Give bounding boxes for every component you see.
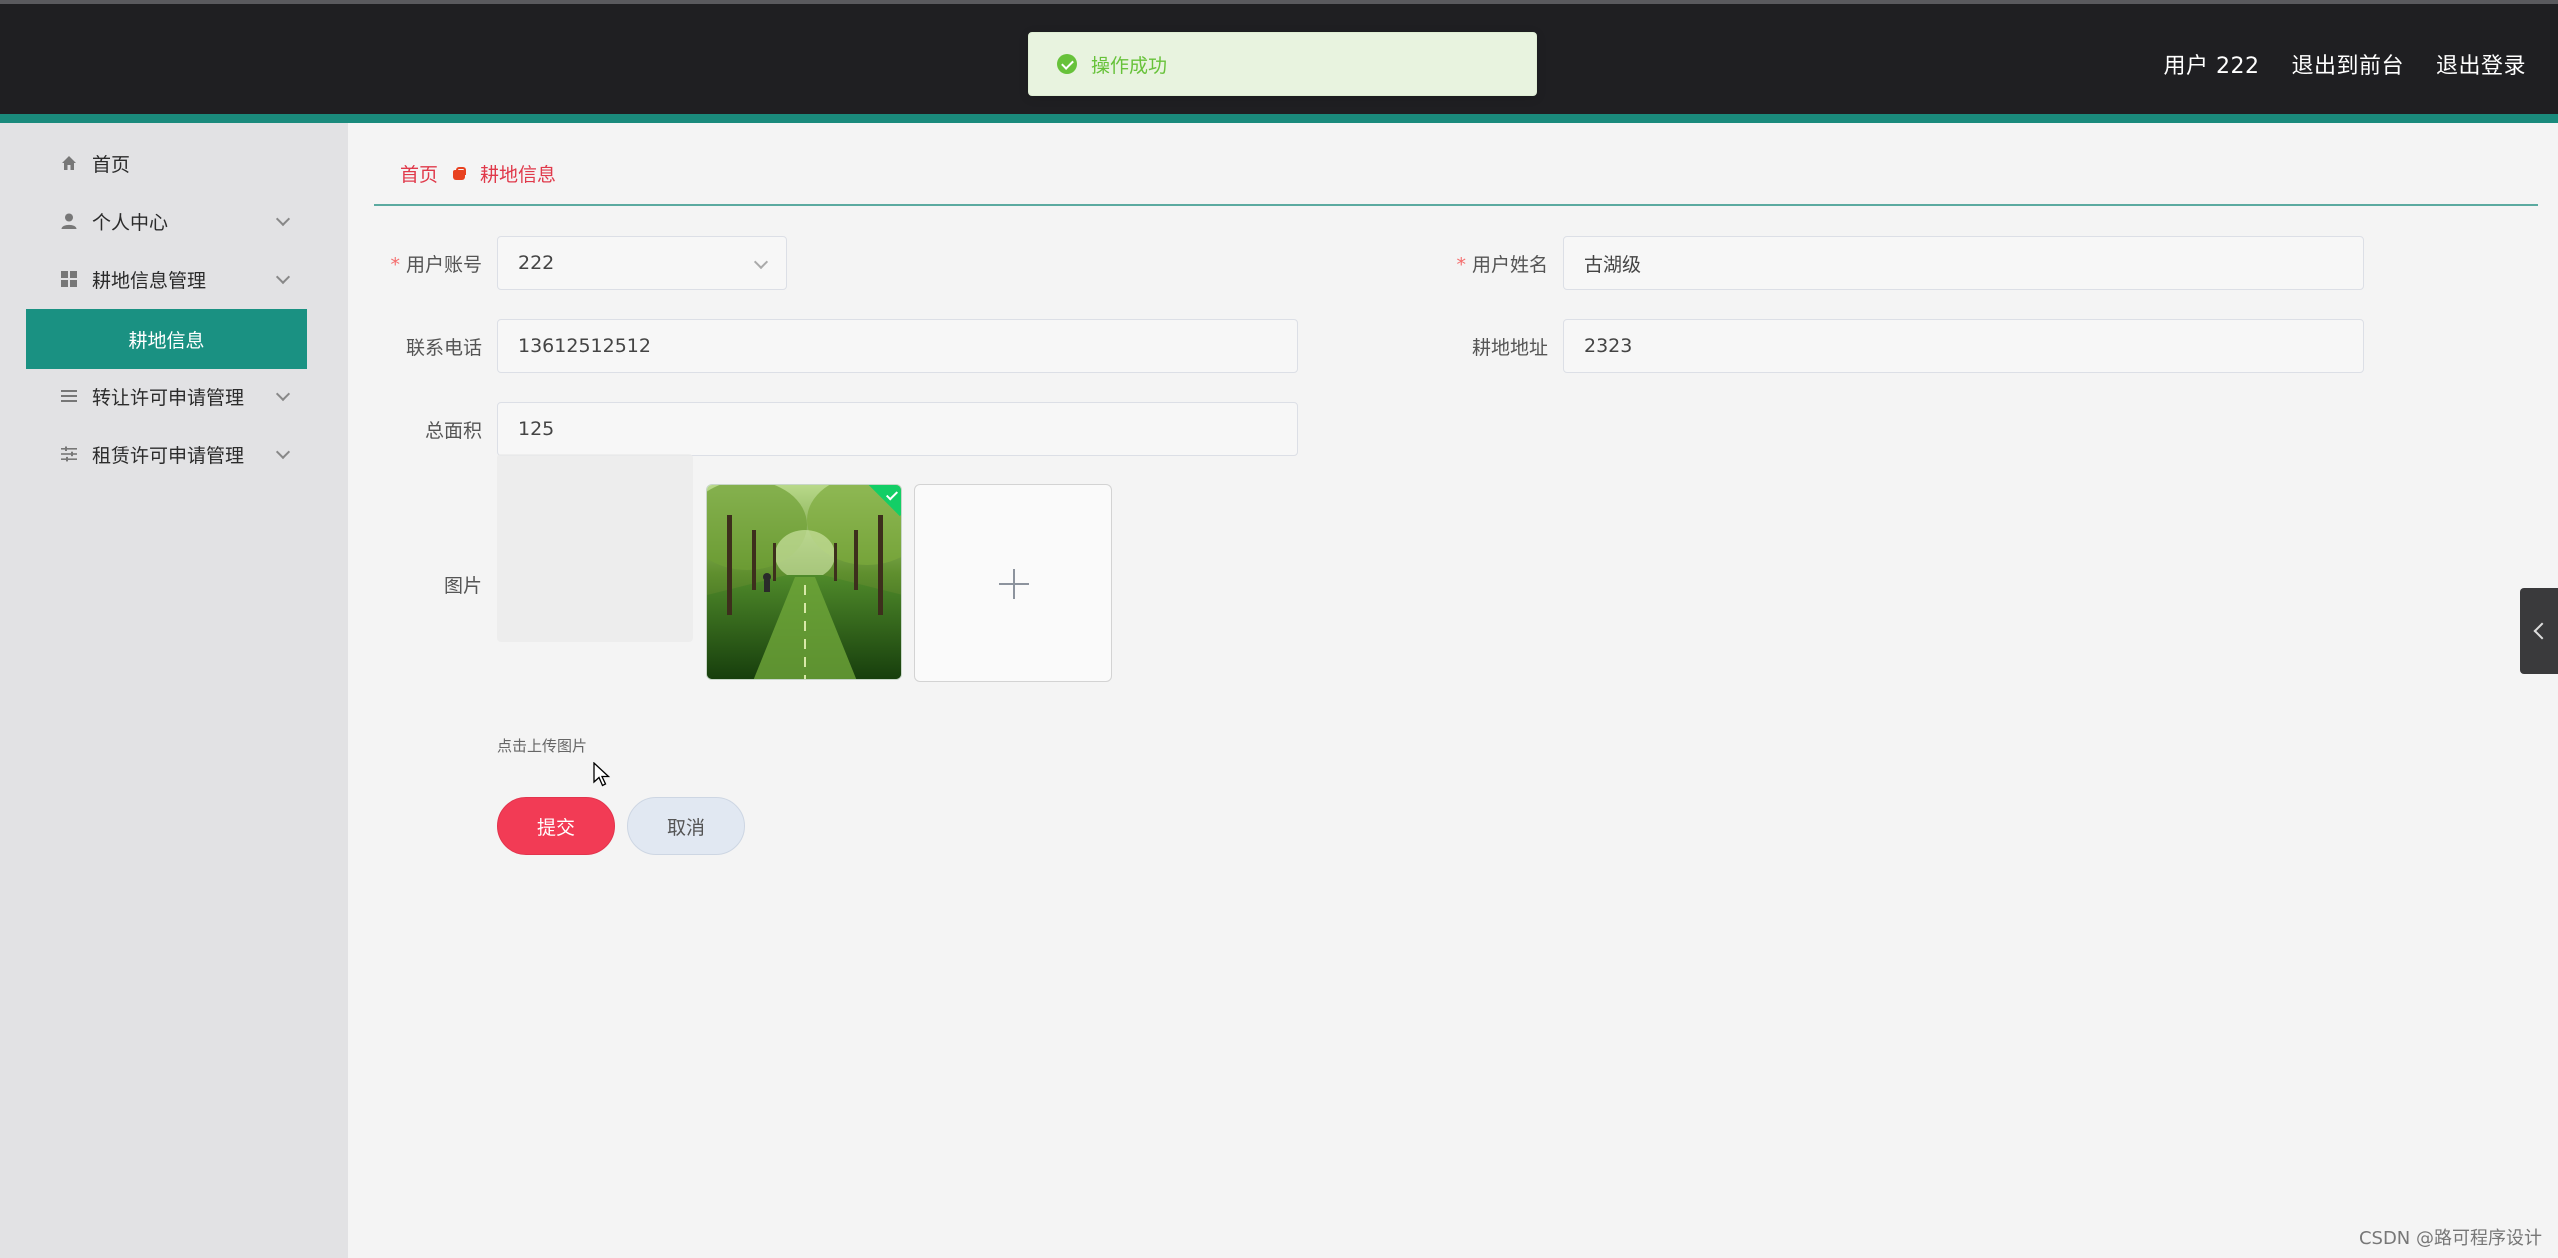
tree-lined-path-photo [707,485,901,679]
sidebar-item-farmland-management[interactable]: 耕地信息管理 [0,250,348,308]
breadcrumb: 首页 耕地信息 [400,160,556,187]
chevron-down-icon [275,386,291,402]
sidebar-item-transfer-permit[interactable]: 转让许可申请管理 [0,367,348,425]
breadcrumb-divider [374,204,2538,206]
area-field[interactable]: 125 [497,402,1298,456]
area-value: 125 [518,418,555,440]
name-field[interactable]: 古湖级 [1563,236,2364,290]
chevron-down-icon [275,444,291,460]
chevron-down-icon [753,254,769,270]
address-label: 耕地地址 [1471,337,1548,359]
account-select[interactable]: 222 [497,236,787,290]
submit-button[interactable]: 提交 [497,797,615,855]
required-mark: * [1456,254,1466,276]
sidebar-subitem-farmland-info[interactable]: 耕地信息 [26,309,307,369]
breadcrumb-home[interactable]: 首页 [400,160,438,187]
home-icon [60,154,78,172]
name-label: * 用户姓名 [1456,254,1548,276]
sidebar-item-lease-permit[interactable]: 租赁许可申请管理 [0,425,348,483]
sidebar-item-label: 租赁许可申请管理 [92,444,245,467]
account-label: * 用户账号 [390,254,482,276]
sidebar-item-label: 耕地信息管理 [92,269,207,292]
phone-label: 联系电话 [405,337,482,359]
header-links: 用户 222 退出到前台 退出登录 [2163,48,2526,80]
required-mark: * [390,254,400,276]
chevron-down-icon [275,269,291,285]
sidebar: 首页 个人中心 耕地信息管理 耕地信息 转让许可申请管理 租赁许可申请管理 [0,123,348,1258]
bag-icon [452,166,467,181]
goto-front-link[interactable]: 退出到前台 [2291,48,2404,80]
area-label: 总面积 [424,420,482,442]
mouse-cursor-icon [593,761,611,792]
sliders-icon [60,445,78,463]
toast-message: 操作成功 [1091,54,1168,77]
chevron-down-icon [275,211,291,227]
sidebar-item-personal-center[interactable]: 个人中心 [0,192,348,250]
upload-tip: 点击上传图片 [497,737,588,755]
sidebar-item-home[interactable]: 首页 [0,134,348,192]
check-circle-icon [1057,54,1077,74]
watermark: CSDN @路可程序设计 [2358,1228,2542,1249]
address-field[interactable]: 2323 [1563,319,2364,373]
sidebar-item-label: 首页 [92,153,131,176]
image-label: 图片 [443,575,482,597]
side-panel-toggle[interactable] [2520,588,2558,674]
phone-value: 13612512512 [518,335,651,357]
sidebar-item-label: 转让许可申请管理 [92,386,245,409]
account-value: 222 [518,252,555,274]
address-value: 2323 [1584,335,1633,357]
success-toast: 操作成功 [1028,32,1537,96]
header-accent-bar [0,114,2558,123]
drag-preview-ghost [497,454,693,642]
sidebar-item-label: 个人中心 [92,211,169,234]
uploaded-photo-thumbnail[interactable] [706,484,902,680]
user-icon [60,212,78,230]
name-value: 古湖级 [1584,253,1642,276]
image-upload-button[interactable] [914,484,1112,682]
phone-field[interactable]: 13612512512 [497,319,1298,373]
logout-link[interactable]: 退出登录 [2436,48,2526,80]
breadcrumb-current: 耕地信息 [480,164,557,186]
cancel-button[interactable]: 取消 [627,797,745,855]
grid-icon [60,270,78,288]
list-icon [60,387,78,405]
current-user-label: 用户 222 [2163,54,2260,79]
